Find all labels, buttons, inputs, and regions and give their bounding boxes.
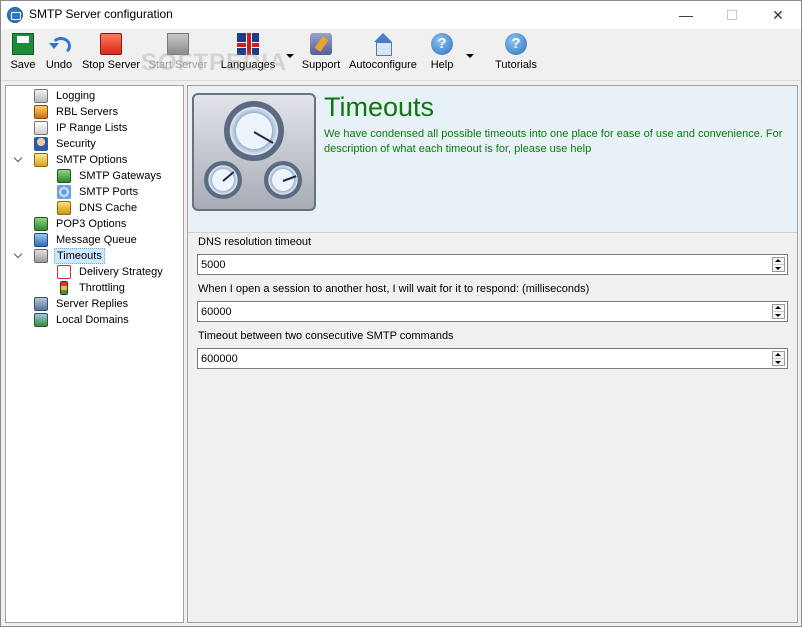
tree-item-label: SMTP Options — [56, 154, 128, 166]
session-timeout-label: When I open a session to another host, I… — [198, 283, 590, 295]
tree-item-label: Security — [56, 138, 96, 150]
spin-down-icon[interactable] — [773, 359, 784, 366]
save-icon — [12, 33, 34, 55]
save-button[interactable]: Save — [7, 33, 39, 77]
tutorials-label: Tutorials — [495, 59, 537, 71]
help-button[interactable]: ? Help — [428, 33, 456, 77]
dns-timeout-input[interactable] — [198, 255, 768, 274]
tree-item-label: SMTP Ports — [79, 186, 139, 198]
queue-icon — [34, 233, 48, 247]
tree-item-label: DNS Cache — [79, 202, 138, 214]
app-icon — [7, 7, 23, 23]
maximize-button[interactable]: ☐ — [709, 1, 755, 29]
autoconfigure-button[interactable]: Autoconfigure — [348, 33, 418, 77]
tutorials-icon: ? — [505, 33, 527, 55]
tree-item-label: IP Range Lists — [56, 122, 128, 134]
dns-timeout-label: DNS resolution timeout — [198, 236, 312, 248]
support-button[interactable]: Support — [301, 33, 341, 77]
autoconfigure-label: Autoconfigure — [349, 59, 417, 71]
session-timeout-spin-buttons[interactable] — [772, 304, 785, 319]
local-domains-icon — [34, 313, 48, 327]
log-icon — [34, 89, 48, 103]
tree-item-label: RBL Servers — [56, 106, 118, 118]
spin-down-icon[interactable] — [773, 312, 784, 319]
ip-range-icon — [34, 121, 48, 135]
help-dropdown-arrow-icon[interactable] — [466, 54, 474, 58]
tree-item-label: SMTP Gateways — [79, 170, 162, 182]
tree-item-label: Message Queue — [56, 234, 137, 246]
gauge-icon — [224, 101, 284, 161]
tree-item-label: Throttling — [79, 282, 125, 294]
help-label: Help — [430, 59, 454, 71]
traffic-light-icon — [60, 281, 68, 295]
server-replies-icon — [34, 297, 48, 311]
dns-timeout-spin-buttons[interactable] — [772, 257, 785, 272]
tree-item-label: Local Domains — [56, 314, 129, 326]
app-window: SMTP Server configuration — ☐ ✕ Save Und… — [0, 0, 802, 627]
support-icon — [310, 33, 332, 55]
settings-panel: Timeouts We have condensed all possible … — [187, 85, 798, 623]
tree-item-label: Timeouts — [54, 248, 105, 264]
spin-down-icon[interactable] — [773, 265, 784, 272]
session-timeout-spinner[interactable] — [197, 301, 788, 322]
smtp-options-expander-icon[interactable] — [13, 154, 23, 164]
tree-item-label: Delivery Strategy — [79, 266, 163, 278]
timeouts-icon — [34, 249, 48, 263]
navigation-tree[interactable]: Logging RBL Servers IP Range Lists Secur… — [5, 85, 184, 623]
panel-title: Timeouts — [324, 92, 435, 122]
spin-up-icon[interactable] — [773, 258, 784, 265]
gauges-icon — [192, 93, 316, 211]
minimize-button[interactable]: — — [663, 1, 709, 29]
tree-item-label: POP3 Options — [56, 218, 127, 230]
close-button[interactable]: ✕ — [755, 1, 801, 29]
security-icon — [34, 137, 48, 151]
command-timeout-label: Timeout between two consecutive SMTP com… — [198, 330, 454, 342]
smtp-options-icon — [34, 153, 48, 167]
window-title: SMTP Server configuration — [29, 7, 173, 21]
tutorials-button[interactable]: ? Tutorials — [494, 33, 538, 77]
gateway-icon — [57, 169, 71, 183]
tree-item-label: Server Replies — [56, 298, 129, 310]
command-timeout-input[interactable] — [198, 349, 768, 368]
timeouts-expander-icon[interactable] — [13, 250, 23, 260]
tree-item-label: Logging — [56, 90, 96, 102]
pop3-icon — [34, 217, 48, 231]
calendar-icon — [57, 265, 71, 279]
panel-header: Timeouts We have condensed all possible … — [188, 86, 797, 233]
rbl-icon — [34, 105, 48, 119]
support-label: Support — [301, 59, 341, 71]
command-timeout-spin-buttons[interactable] — [772, 351, 785, 366]
undo-label: Undo — [45, 59, 73, 71]
watermark: SOFTPEDIA — [141, 49, 288, 76]
help-icon: ? — [431, 33, 453, 55]
dns-timeout-spinner[interactable] — [197, 254, 788, 275]
spin-up-icon[interactable] — [773, 305, 784, 312]
spin-up-icon[interactable] — [773, 352, 784, 359]
session-timeout-input[interactable] — [198, 302, 768, 321]
stop-server-button[interactable]: Stop Server — [81, 33, 141, 77]
gauge-icon — [264, 161, 302, 199]
undo-button[interactable]: Undo — [43, 33, 75, 77]
command-timeout-spinner[interactable] — [197, 348, 788, 369]
home-network-icon — [372, 33, 394, 56]
title-bar: SMTP Server configuration — ☐ ✕ — [1, 1, 801, 29]
gauge-icon — [204, 161, 242, 199]
ports-icon — [57, 185, 71, 199]
panel-description: We have condensed all possible timeouts … — [324, 128, 783, 155]
stop-server-icon — [100, 33, 122, 55]
save-label: Save — [10, 59, 36, 71]
dns-cache-icon — [57, 201, 71, 215]
toolbar: Save Undo Stop Server Start Server Langu… — [1, 29, 801, 81]
stop-server-label: Stop Server — [81, 59, 141, 71]
undo-icon — [48, 33, 71, 55]
